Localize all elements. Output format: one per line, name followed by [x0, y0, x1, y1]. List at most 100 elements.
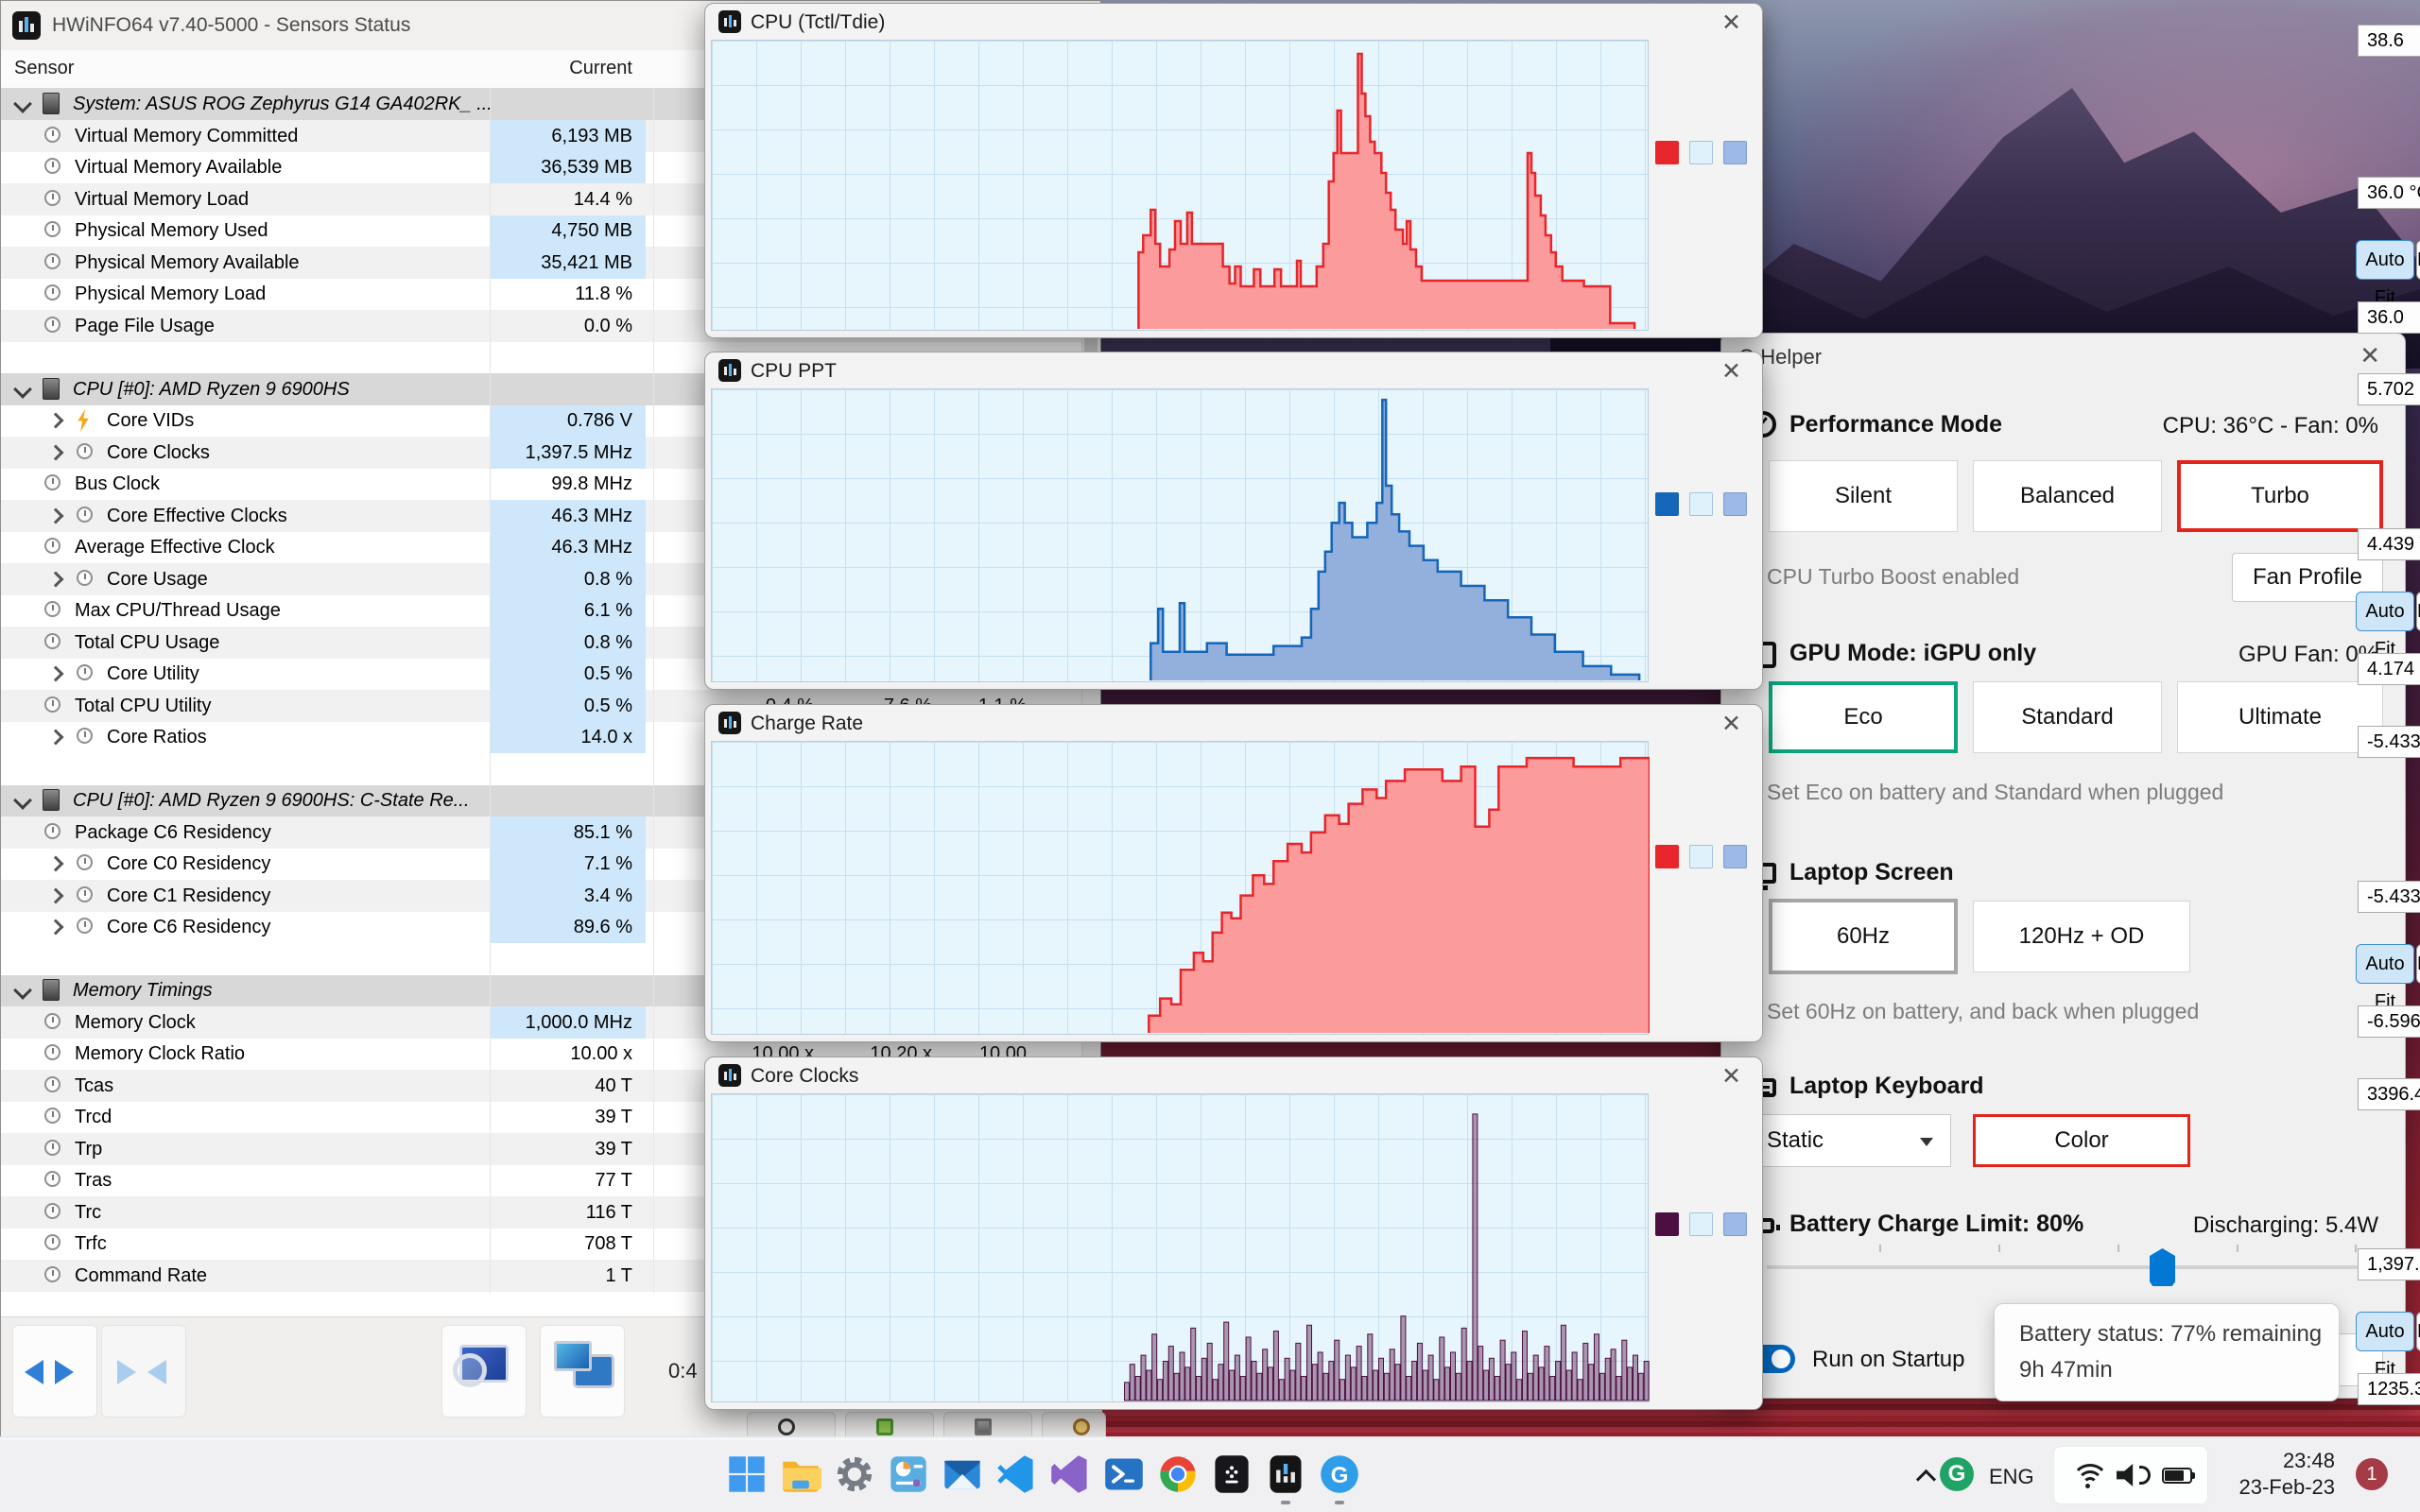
reset-button[interactable]: Reset: [2416, 944, 2420, 984]
background-color-swatch[interactable]: [1689, 141, 1713, 164]
background-color-swatch[interactable]: [1689, 492, 1713, 516]
expand-arrow-icon[interactable]: [47, 507, 64, 524]
sensor-label: Max CPU/Thread Usage: [75, 600, 281, 621]
slider-handle[interactable]: [2150, 1248, 2175, 1286]
tray-ghelper-icon[interactable]: G: [1940, 1457, 1974, 1491]
taskbar-icon-start[interactable]: [726, 1453, 768, 1495]
taskbar-icon-chrome[interactable]: [1157, 1453, 1199, 1495]
language-indicator[interactable]: ENG: [1989, 1465, 2034, 1489]
column-header-current[interactable]: Current: [491, 58, 632, 79]
collapse-chevron-icon[interactable]: [13, 791, 32, 810]
series-color-swatch[interactable]: [1655, 1212, 1679, 1236]
grid-color-swatch[interactable]: [1723, 845, 1747, 868]
graph-max-field[interactable]: -5.433: [2358, 726, 2420, 758]
turbo-button[interactable]: Turbo: [2177, 460, 2383, 532]
120hz-od-button[interactable]: 120Hz + OD: [1973, 901, 2190, 972]
hwinfo-logo-icon: [718, 1064, 741, 1087]
expand-columns-button[interactable]: [12, 1325, 97, 1418]
taskbar-icon-powershell[interactable]: [1103, 1453, 1145, 1495]
graph-current-field[interactable]: 36.0 °C: [2358, 177, 2420, 209]
sensor-current-value: 0.8 %: [491, 626, 646, 659]
taskbar-icon-mail[interactable]: [942, 1453, 983, 1495]
graph-current-field[interactable]: 1,397.5 MHz: [2358, 1248, 2420, 1280]
battery-limit-slider[interactable]: [1767, 1245, 2393, 1286]
collapse-chevron-icon[interactable]: [13, 379, 32, 399]
silent-button[interactable]: Silent: [1769, 460, 1958, 532]
auto-fit-button[interactable]: Auto Fit: [2356, 944, 2414, 1012]
collapse-columns-button[interactable]: [101, 1325, 186, 1418]
graph-max-field[interactable]: 5.702: [2358, 373, 2420, 405]
graph-current-field[interactable]: 4.439 W: [2358, 528, 2420, 560]
close-icon[interactable]: ✕: [1721, 710, 1741, 738]
remote-monitor-button[interactable]: [540, 1325, 625, 1418]
reset-button[interactable]: Reset: [2416, 592, 2420, 631]
graph-plot[interactable]: [711, 1093, 1650, 1402]
taskbar-icon-visual-studio[interactable]: [1049, 1453, 1091, 1495]
backlight-mode-dropdown[interactable]: Static: [1745, 1114, 1951, 1167]
series-color-swatch[interactable]: [1655, 141, 1679, 164]
graph-plot[interactable]: [711, 388, 1649, 682]
auto-fit-button[interactable]: Auto Fit: [2356, 592, 2414, 660]
graph-titlebar[interactable]: CPU (Tctl/Tdie) ✕: [705, 4, 1762, 40]
graph-min-field[interactable]: 1235.3: [2358, 1373, 2420, 1405]
close-icon[interactable]: ✕: [1721, 357, 1741, 386]
grid-color-swatch[interactable]: [1723, 1212, 1747, 1236]
series-color-swatch[interactable]: [1655, 492, 1679, 516]
60hz-button[interactable]: 60Hz: [1769, 899, 1958, 974]
close-icon[interactable]: ✕: [1721, 9, 1741, 37]
screen-capture-button[interactable]: [441, 1325, 527, 1418]
reset-button[interactable]: Reset: [2416, 240, 2420, 280]
graph-min-field[interactable]: 36.0: [2358, 301, 2420, 334]
grid-color-swatch[interactable]: [1723, 492, 1747, 516]
expand-arrow-icon[interactable]: [47, 444, 64, 460]
taskbar-icon-explorer[interactable]: [780, 1453, 821, 1495]
graph-window-cpu-ppt: CPU PPT ✕ 5.702 4.439 W Auto FitReset 4.174: [704, 352, 2420, 690]
graph-min-field[interactable]: 4.174: [2358, 653, 2420, 685]
series-color-swatch[interactable]: [1655, 845, 1679, 868]
reset-button[interactable]: Reset: [2416, 1312, 2420, 1351]
taskbar-icon-ghelper[interactable]: G: [1319, 1453, 1360, 1495]
expand-arrow-icon[interactable]: [47, 729, 64, 746]
close-icon[interactable]: ✕: [2360, 341, 2380, 370]
close-icon[interactable]: ✕: [1721, 1062, 1741, 1091]
graph-plot[interactable]: [711, 40, 1649, 331]
collapse-chevron-icon[interactable]: [13, 981, 32, 1000]
auto-fit-button[interactable]: Auto Fit: [2356, 1312, 2414, 1380]
taskbar-icon-vscode[interactable]: [995, 1453, 1037, 1495]
gpu-mode-label: GPU Mode: iGPU only: [1789, 640, 2037, 666]
tray-status-pill[interactable]: [2053, 1446, 2208, 1504]
graph-titlebar[interactable]: Charge Rate ✕: [705, 705, 1762, 741]
graph-min-field[interactable]: -6.596: [2358, 1005, 2420, 1038]
taskbar-icon-hwinfo[interactable]: [1265, 1453, 1306, 1495]
eco-button[interactable]: Eco: [1769, 681, 1958, 753]
standard-button[interactable]: Standard: [1973, 681, 2162, 753]
graph-current-field[interactable]: -5.433 W: [2358, 881, 2420, 913]
taskbar-icon-system-app[interactable]: [888, 1453, 929, 1495]
tray-clock[interactable]: 23:48 23-Feb-23: [2221, 1448, 2335, 1501]
clock-icon: [77, 506, 93, 523]
collapse-chevron-icon[interactable]: [13, 94, 32, 113]
expand-arrow-icon[interactable]: [47, 887, 64, 903]
expand-arrow-icon[interactable]: [47, 919, 64, 936]
arrow-right-icon: [117, 1360, 136, 1384]
expand-arrow-icon[interactable]: [47, 412, 64, 429]
auto-fit-button[interactable]: Auto Fit: [2356, 240, 2414, 308]
graph-plot[interactable]: [711, 741, 1650, 1035]
column-header-sensor[interactable]: Sensor: [14, 58, 74, 79]
expand-arrow-icon[interactable]: [47, 855, 64, 872]
ultimate-button[interactable]: Ultimate: [2177, 681, 2383, 753]
balanced-button[interactable]: Balanced: [1973, 460, 2162, 532]
taskbar-icon-terminal[interactable]: [1211, 1453, 1253, 1495]
expand-arrow-icon[interactable]: [47, 665, 64, 682]
expand-arrow-icon[interactable]: [47, 571, 64, 587]
background-color-swatch[interactable]: [1689, 845, 1713, 868]
graph-max-field[interactable]: 38.6: [2358, 25, 2420, 57]
graph-titlebar[interactable]: CPU PPT ✕: [705, 352, 1762, 388]
background-color-swatch[interactable]: [1689, 1212, 1713, 1236]
grid-color-swatch[interactable]: [1723, 141, 1747, 164]
taskbar-icon-settings[interactable]: [834, 1453, 875, 1495]
color-button[interactable]: Color: [1973, 1114, 2190, 1167]
graph-max-field[interactable]: 3396.4: [2358, 1078, 2420, 1110]
graph-titlebar[interactable]: Core Clocks ✕: [705, 1057, 1762, 1093]
notification-badge[interactable]: 1: [2356, 1458, 2388, 1490]
